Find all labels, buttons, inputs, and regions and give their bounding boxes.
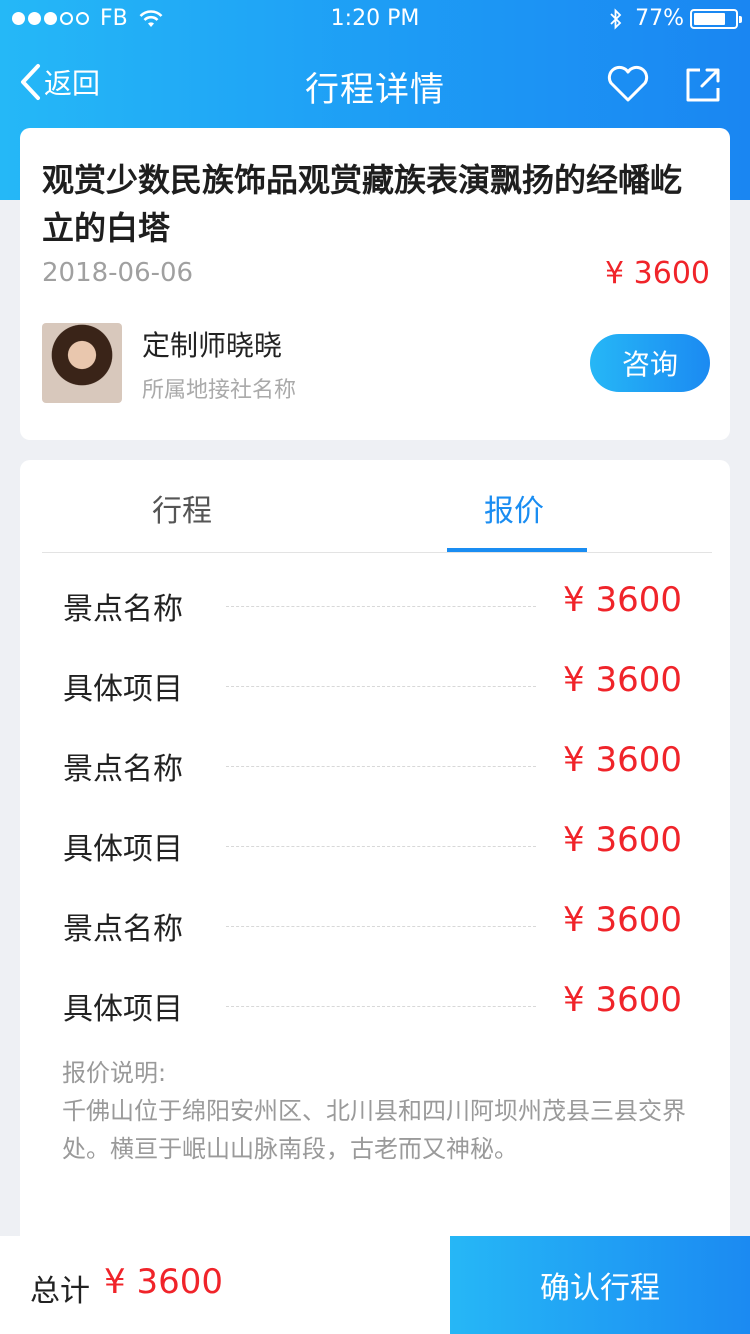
- tab-bar: 行程 报价: [42, 460, 712, 553]
- detail-card: 行程 报价 景点名称 ¥ 3600 具体项目 ¥ 3600 景点名称 ¥ 360…: [20, 460, 730, 1260]
- quote-row: 具体项目 ¥ 3600: [20, 966, 730, 1046]
- quote-list: 景点名称 ¥ 3600 具体项目 ¥ 3600 景点名称 ¥ 3600 具体项目…: [20, 566, 730, 1046]
- tour-title: 观赏少数民族饰品观赏藏族表演飘扬的经幡屹立的白塔: [42, 161, 683, 247]
- dotted-divider: [226, 926, 536, 927]
- battery-group: 77%: [609, 6, 742, 31]
- quote-item-price: ¥ 3600: [563, 820, 682, 860]
- status-bar: FB 1:20 PM 77%: [0, 0, 750, 40]
- battery-percentage: 77%: [635, 6, 684, 31]
- quote-row: 具体项目 ¥ 3600: [20, 806, 730, 886]
- tab-indicator: [447, 548, 587, 552]
- quote-item-label: 具体项目: [63, 832, 183, 867]
- total-value: ¥ 3600: [104, 1262, 223, 1302]
- quote-row: 具体项目 ¥ 3600: [20, 646, 730, 726]
- battery-fill: [694, 12, 725, 25]
- favorite-heart-icon[interactable]: [606, 64, 650, 104]
- quote-item-label: 景点名称: [63, 912, 183, 947]
- dotted-divider: [226, 766, 536, 767]
- consult-button[interactable]: 咨询: [590, 334, 710, 392]
- battery-icon: [690, 8, 742, 29]
- tour-price: ¥ 3600: [605, 256, 710, 291]
- quote-item-price: ¥ 3600: [563, 660, 682, 700]
- quote-item-label: 具体项目: [63, 992, 183, 1027]
- quote-item-label: 具体项目: [63, 672, 183, 707]
- quote-note: 报价说明: 千佛山位于绵阳安州区、北川县和四川阿坝州茂县三县交界处。横亘于岷山山…: [62, 1054, 702, 1168]
- dotted-divider: [226, 846, 536, 847]
- quote-row: 景点名称 ¥ 3600: [20, 566, 730, 646]
- quote-note-title: 报价说明:: [62, 1059, 167, 1087]
- avatar: [42, 323, 122, 403]
- nav-bar: 返回 行程详情: [0, 40, 750, 128]
- bottom-bar: 总计 ¥ 3600 确认行程: [0, 1236, 750, 1334]
- tab-itinerary[interactable]: 行程: [152, 486, 212, 530]
- quote-row: 景点名称 ¥ 3600: [20, 726, 730, 806]
- bluetooth-icon: [610, 7, 622, 30]
- quote-item-price: ¥ 3600: [563, 740, 682, 780]
- quote-item-price: ¥ 3600: [563, 980, 682, 1020]
- dotted-divider: [226, 686, 536, 687]
- share-icon[interactable]: [684, 66, 722, 104]
- quote-item-label: 景点名称: [63, 592, 183, 627]
- quote-item-label: 景点名称: [63, 752, 183, 787]
- total-label: 总计: [30, 1274, 90, 1309]
- customizer-name: 定制师晓晓: [142, 329, 283, 362]
- dotted-divider: [226, 1006, 536, 1007]
- tour-date: 2018-06-06: [42, 258, 194, 288]
- tour-summary-card: 观赏少数民族饰品观赏藏族表演飘扬的经幡屹立的白塔 2018-06-06 ¥ 36…: [20, 128, 730, 440]
- tab-quote[interactable]: 报价: [484, 486, 544, 530]
- dotted-divider: [226, 606, 536, 607]
- quote-item-price: ¥ 3600: [563, 900, 682, 940]
- quote-note-text: 千佛山位于绵阳安州区、北川县和四川阿坝州茂县三县交界处。横亘于岷山山脉南段，古老…: [62, 1097, 686, 1163]
- quote-row: 景点名称 ¥ 3600: [20, 886, 730, 966]
- quote-item-price: ¥ 3600: [563, 580, 682, 620]
- confirm-itinerary-button[interactable]: 确认行程: [450, 1236, 750, 1334]
- customizer-agency: 所属地接社名称: [142, 378, 297, 403]
